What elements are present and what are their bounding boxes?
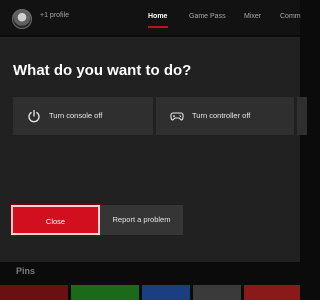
option-label: Turn controller off — [192, 111, 251, 120]
controller-icon — [170, 112, 184, 121]
tab-game-pass[interactable]: Game Pass — [189, 13, 226, 20]
pin-tile[interactable] — [244, 285, 300, 300]
option-label: Turn console off — [49, 111, 103, 120]
dialog-title: What do you want to do? — [13, 62, 192, 79]
tab-community[interactable]: Comm — [280, 13, 301, 20]
pin-tile[interactable] — [0, 285, 68, 300]
pin-tile[interactable] — [193, 285, 241, 300]
power-icon — [28, 109, 40, 123]
tab-mixer[interactable]: Mixer — [244, 13, 261, 20]
pins-section-label: Pins — [16, 266, 36, 276]
close-button[interactable]: Close — [10, 204, 101, 236]
tab-home[interactable]: Home — [148, 13, 167, 20]
pin-tile[interactable] — [142, 285, 190, 300]
turn-controller-off-button[interactable]: Turn controller off — [156, 97, 294, 135]
pin-tile[interactable] — [71, 285, 139, 300]
active-tab-indicator — [148, 26, 168, 28]
report-problem-button[interactable]: Report a problem — [100, 205, 183, 235]
top-bar: +1 profile Home Game Pass Mixer Comm — [0, 0, 301, 35]
turn-console-off-button[interactable]: Turn console off — [13, 97, 153, 135]
main-nav: Home Game Pass Mixer Comm — [0, 0, 301, 35]
power-options-dialog: What do you want to do? Turn console off… — [0, 37, 307, 262]
more-options-button[interactable] — [297, 97, 307, 135]
pins-tile-row — [0, 285, 300, 300]
